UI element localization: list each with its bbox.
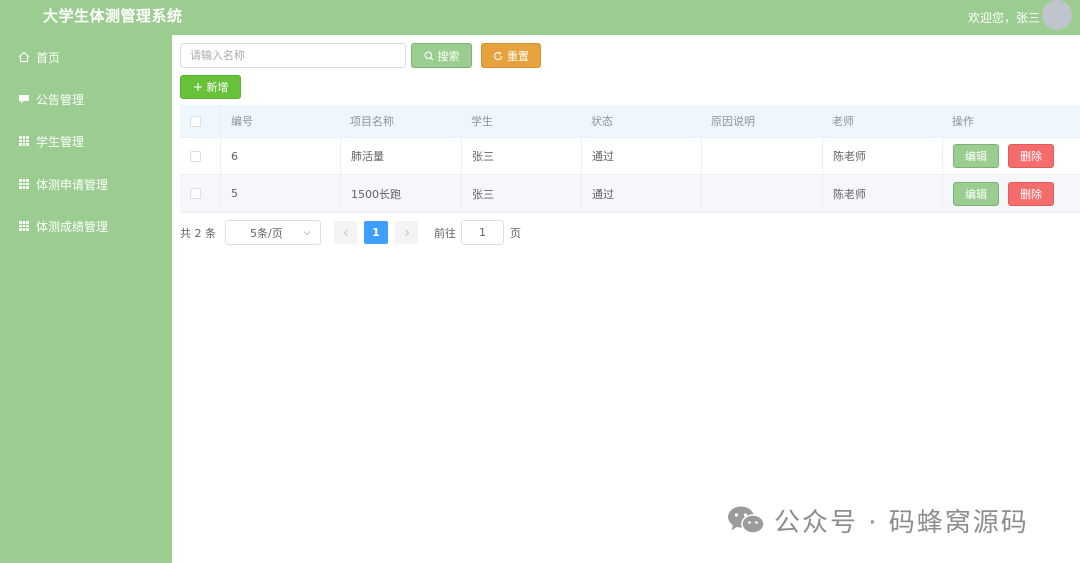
sidebar-item-test-applications[interactable]: 体测申请管理 [0,163,172,205]
page-suffix-label: 页 [510,227,521,240]
prev-page-button[interactable] [334,221,357,244]
next-page-button[interactable] [395,221,418,244]
cell-id: 5 [220,175,340,212]
cell-reason [701,138,822,174]
top-header: 大学生体测管理系统 欢迎您，张三 [0,0,1080,35]
sidebar-item-home[interactable]: 首页 [0,36,172,78]
chevron-right-icon [404,229,409,236]
add-button-label: 新增 [206,81,229,94]
sidebar-item-students[interactable]: 学生管理 [0,120,172,162]
delete-button[interactable]: 删除 [1008,144,1054,168]
column-header: 编号 [220,105,340,137]
cell-reason [701,175,822,212]
search-input[interactable] [180,43,406,68]
grid-icon [17,134,31,148]
search-icon [424,51,433,60]
cell-status: 通过 [581,175,701,212]
search-button[interactable]: 搜索 [411,43,472,68]
edit-button[interactable]: 编辑 [953,182,999,206]
row-checkbox[interactable] [190,150,201,162]
table-header: 编号 项目名称 学生 状态 原因说明 老师 操作 [180,105,1080,138]
sidebar-item-label: 公告管理 [36,92,85,107]
select-all-checkbox[interactable] [190,115,201,127]
welcome-text: 欢迎您，张三 [967,11,1040,25]
page-size-select[interactable]: 5条/页 [225,220,321,245]
edit-button[interactable]: 编辑 [953,144,999,168]
page-size-value: 5条/页 [250,226,283,240]
cell-teacher: 陈老师 [822,138,942,174]
notice-icon [17,92,31,106]
chevron-left-icon [343,229,348,236]
sidebar-item-label: 学生管理 [36,134,85,149]
reset-button[interactable]: 重置 [481,43,541,68]
main-content: 搜索 重置 新增 编号 项目名称 学生 状态 原因说明 老师 操作 6 肺活量 … [172,35,1080,563]
row-checkbox[interactable] [190,188,201,199]
refresh-icon [493,51,503,60]
pagination: 共 2 条 5条/页 1 前往 页 [180,220,780,245]
sidebar-item-test-scores[interactable]: 体测成绩管理 [0,205,172,247]
column-header: 原因说明 [711,115,755,128]
home-icon [17,50,31,64]
cell-id: 6 [220,138,340,174]
table-row: 5 1500长跑 张三 通过 陈老师 编辑 删除 [180,175,1080,213]
wechat-icon [728,506,765,534]
sidebar: 首页 公告管理 学生管理 体测申请管理 体测成绩管理 [0,35,172,563]
cell-teacher: 陈老师 [822,175,942,212]
watermark: 公众号 · 码蜂窝源码 [726,500,1029,540]
plus-icon [193,83,202,91]
cell-student: 张三 [461,175,581,212]
cell-project: 1500长跑 [340,175,461,212]
watermark-text: 公众号 · 码蜂窝源码 [774,507,1029,538]
delete-button[interactable]: 删除 [1008,182,1054,206]
cell-project: 肺活量 [340,138,461,174]
sidebar-item-label: 首页 [36,50,61,65]
column-header: 操作 [952,115,974,128]
grid-icon [17,177,31,191]
grid-icon [17,219,31,233]
page-number-current[interactable]: 1 [364,221,388,244]
goto-page-input[interactable] [461,220,504,245]
cell-status: 通过 [581,138,701,174]
column-header: 学生 [471,115,493,128]
column-header: 项目名称 [350,115,394,128]
cell-student: 张三 [461,138,581,174]
table-row: 6 肺活量 张三 通过 陈老师 编辑 删除 [180,138,1080,175]
sidebar-item-notice[interactable]: 公告管理 [0,78,172,120]
avatar[interactable] [1042,0,1072,30]
column-header: 状态 [591,115,613,128]
add-button[interactable]: 新增 [180,75,241,99]
sidebar-item-label: 体测成绩管理 [36,219,109,234]
reset-button-label: 重置 [507,49,529,63]
sidebar-item-label: 体测申请管理 [36,177,109,192]
app-title: 大学生体测管理系统 [43,7,183,25]
column-header: 老师 [832,115,854,128]
goto-label: 前往 [434,227,456,240]
pagination-total: 共 2 条 [180,227,216,240]
chevron-down-icon [303,231,311,236]
search-button-label: 搜索 [437,49,460,63]
